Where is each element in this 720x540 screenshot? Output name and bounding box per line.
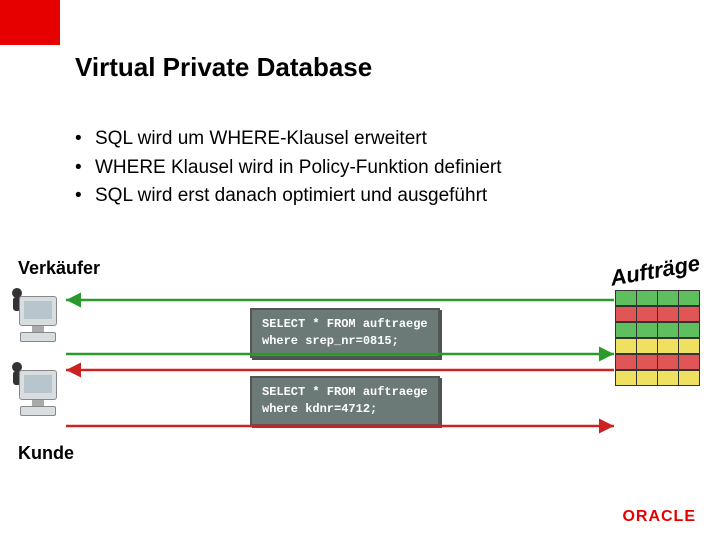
bullet-item: SQL wird erst danach optimiert und ausge… [75, 182, 502, 211]
orders-label: Aufträge [608, 250, 702, 291]
bullet-list: SQL wird um WHERE-Klausel erweitert WHER… [75, 125, 502, 211]
customer-label: Kunde [18, 443, 74, 464]
sql-query-box: SELECT * FROM auftraege where srep_nr=08… [250, 308, 440, 358]
bullet-item: WHERE Klausel wird in Policy-Funktion de… [75, 154, 502, 183]
database-table-icon [615, 290, 700, 386]
sql-query-box: SELECT * FROM auftraege where kdnr=4712; [250, 376, 440, 426]
sql-line: where srep_nr=0815; [262, 333, 428, 350]
sql-line: SELECT * FROM auftraege [262, 316, 428, 333]
oracle-logo: ORACLE [622, 508, 696, 526]
sql-line: where kdnr=4712; [262, 401, 428, 418]
sql-line: SELECT * FROM auftraege [262, 384, 428, 401]
bullet-item: SQL wird um WHERE-Klausel erweitert [75, 125, 502, 154]
computer-icon [14, 296, 62, 346]
brand-red-block [0, 0, 60, 45]
slide-title: Virtual Private Database [75, 52, 372, 83]
computer-icon [14, 370, 62, 420]
seller-label: Verkäufer [18, 258, 100, 279]
